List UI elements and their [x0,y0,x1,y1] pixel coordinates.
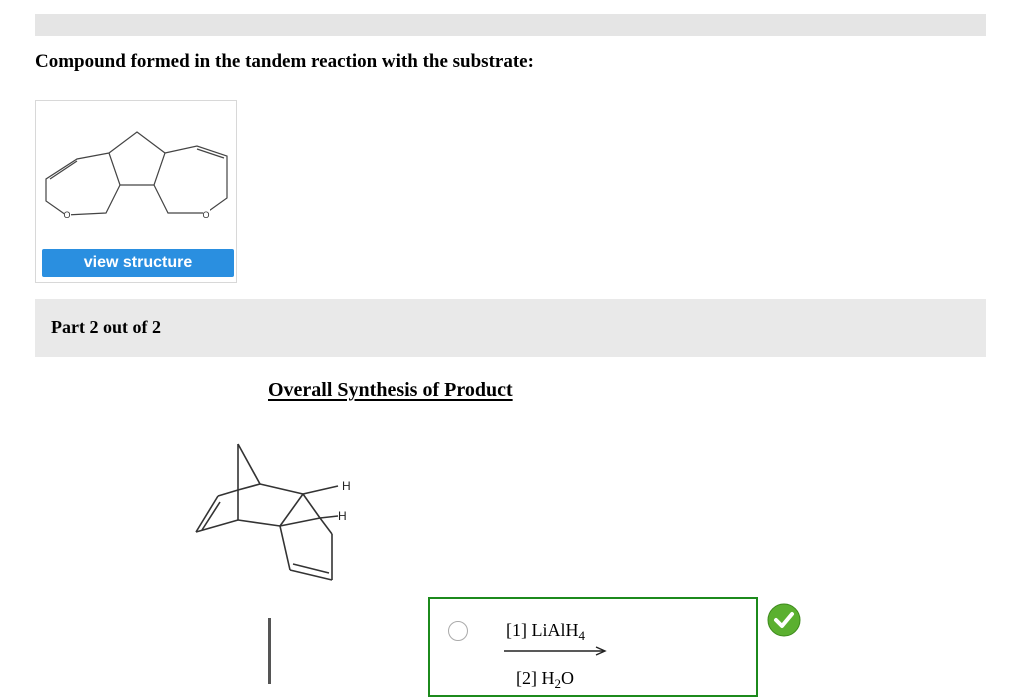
correct-check-icon [767,603,801,637]
starting-material-structure: H H [195,443,351,581]
answer-radio[interactable] [448,621,468,641]
tricyclic-structure-drawing: O O [45,131,228,220]
structure-card: O O view structure [35,100,237,283]
part-header: Part 2 out of 2 [35,299,986,357]
reaction-arrow-line [268,618,271,684]
reaction-arrow [504,646,607,656]
synthesis-title: Overall Synthesis of Product [268,379,513,401]
top-header-bar [35,14,986,36]
hydrogen-label-1: H [342,479,351,493]
reagent-step-1: [1] LiAlH4 [506,620,585,643]
view-structure-button[interactable]: view structure [42,249,234,277]
answer-choice-box: [1] LiAlH4 [2] H2O [428,597,758,697]
oxygen-label-left: O [63,210,70,220]
question-heading: Compound formed in the tandem reaction w… [35,51,534,72]
reagent-step-2: [2] H2O [516,668,574,691]
part-label: Part 2 out of 2 [51,317,161,337]
hydrogen-label-2: H [338,509,347,523]
oxygen-label-right: O [202,210,209,220]
